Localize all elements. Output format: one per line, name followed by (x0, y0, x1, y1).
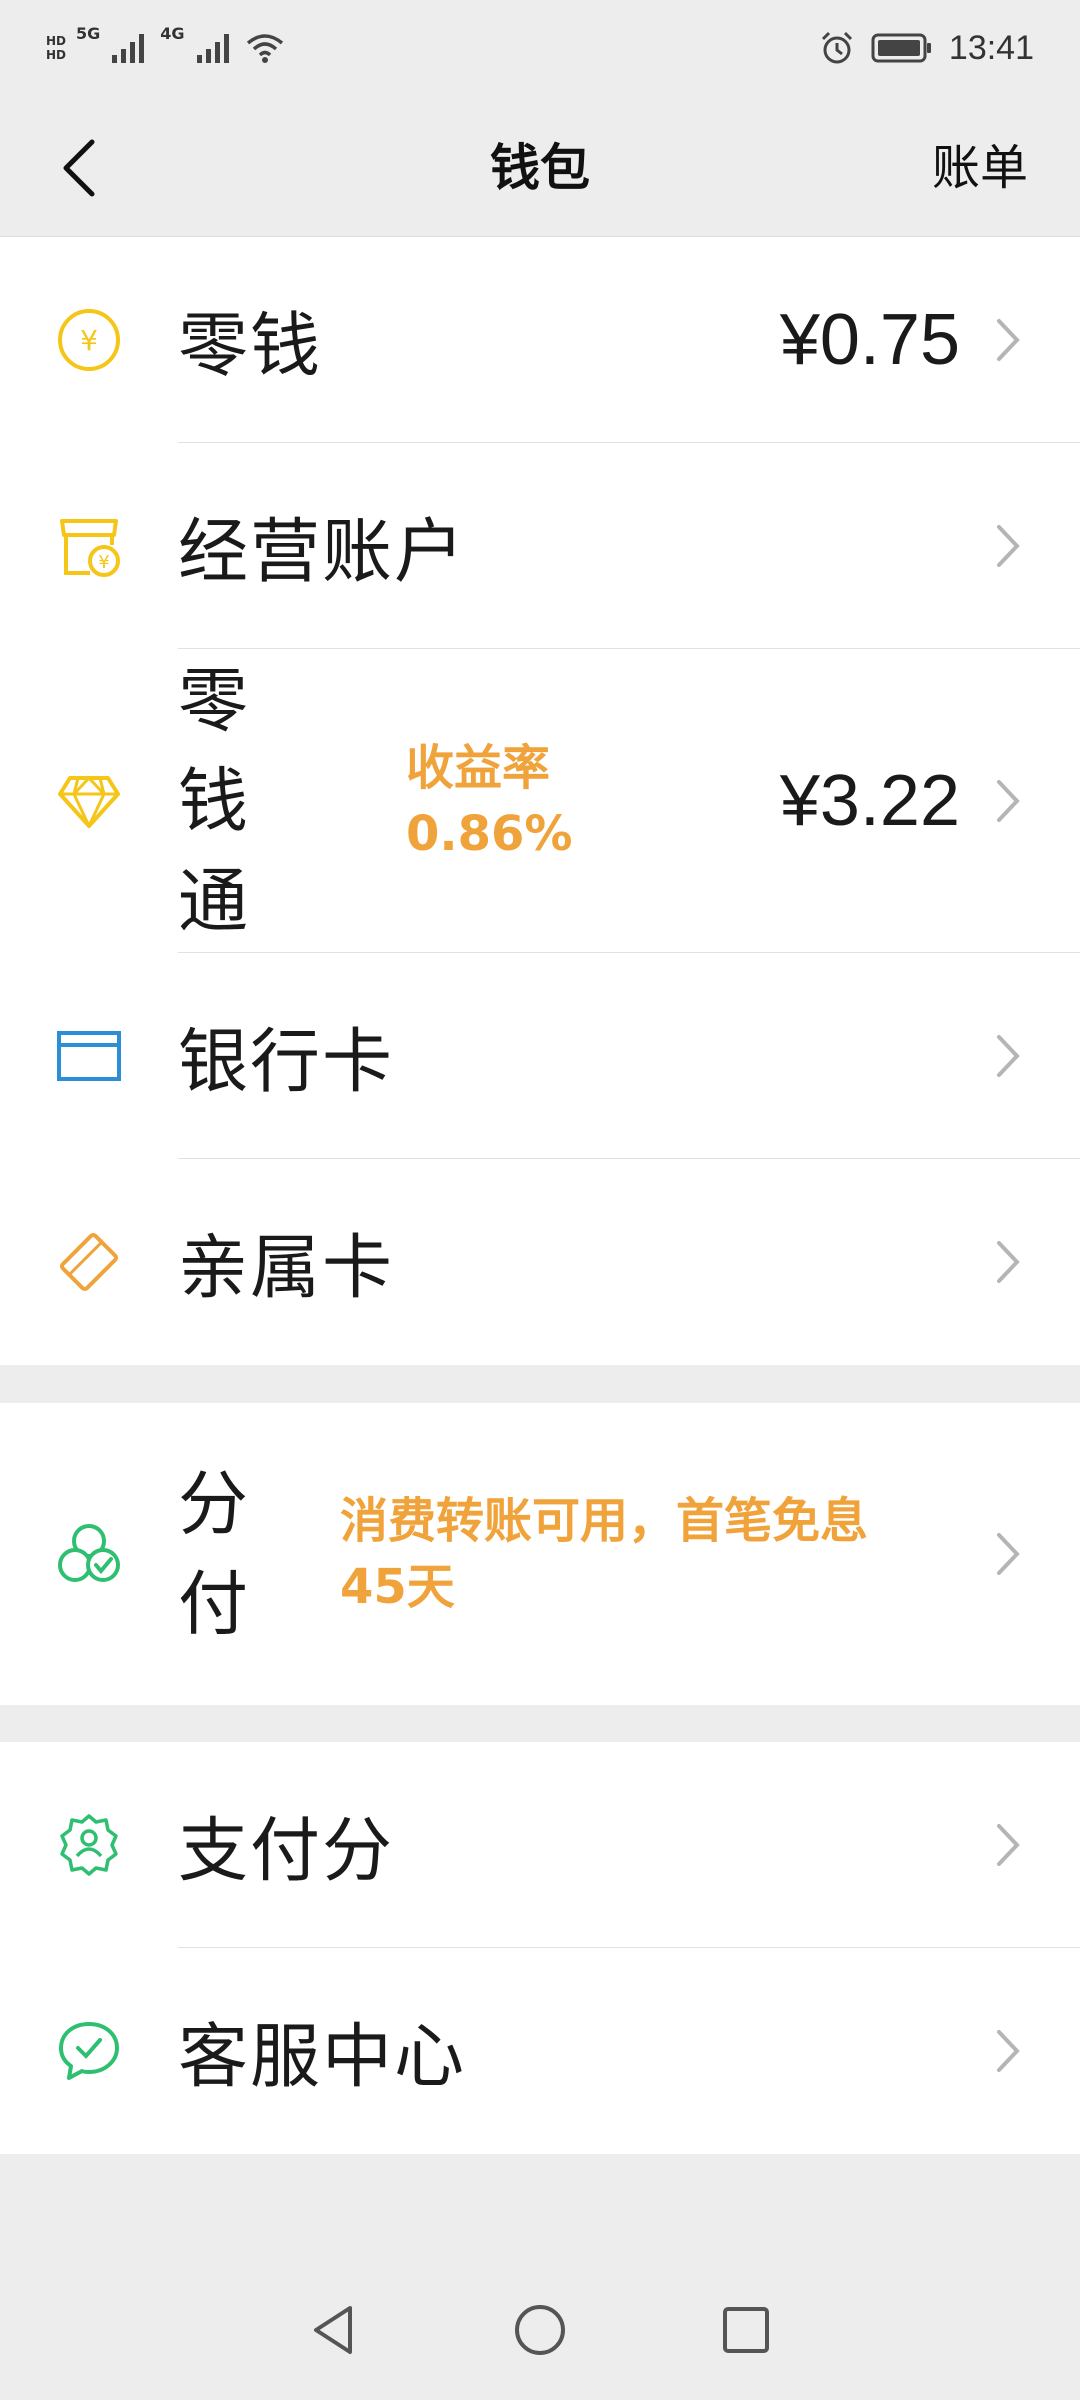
system-nav-bar (0, 2260, 1080, 2400)
chevron-right-icon (997, 1824, 1020, 1866)
item-label: 亲属卡 (178, 1226, 394, 1309)
svg-text:¥: ¥ (98, 552, 109, 573)
chevron-right-icon (997, 1241, 1020, 1283)
chevron-right-icon (997, 525, 1020, 567)
nav-home-icon[interactable] (512, 2302, 568, 2358)
yield-rate: 收益率 0.86% (406, 740, 573, 862)
item-label: 零钱通 (178, 660, 250, 942)
fenfu-promo: 消费转账可用，首笔免息 45天 (340, 1493, 869, 1615)
yuan-coin-icon: ¥ (56, 307, 122, 373)
list-item-pay-score[interactable]: 支付分 (0, 1742, 1080, 1948)
hd-indicator: HD HD (46, 34, 67, 62)
wifi-icon (246, 34, 283, 63)
wallet-group-main: ¥ 零钱 ¥0.75 ¥ 经营账户 零钱通 收益率 0.86% ¥3.22 银行… (0, 237, 1080, 1365)
status-time: 13:41 (948, 28, 1034, 67)
list-item-change[interactable]: ¥ 零钱 ¥0.75 (0, 237, 1080, 443)
nav-back-icon[interactable] (306, 2302, 362, 2358)
signal-icon (112, 34, 145, 63)
lingqiantong-balance: ¥3.22 (779, 761, 960, 841)
list-item-customer-service[interactable]: 客服中心 (0, 1948, 1080, 2154)
status-bar: HD HD 5G 4G 13:41 (0, 0, 1080, 100)
list-item-bank-card[interactable]: 银行卡 (0, 953, 1080, 1159)
network-5g-label: 5G (76, 24, 101, 43)
diamond-icon (56, 768, 122, 834)
store-yuan-icon: ¥ (56, 513, 122, 579)
battery-icon (871, 33, 931, 63)
list-item-lingqiantong[interactable]: 零钱通 收益率 0.86% ¥3.22 (0, 649, 1080, 953)
item-label: 银行卡 (178, 1020, 394, 1103)
network-4g-label: 4G (160, 24, 185, 43)
change-balance: ¥0.75 (779, 300, 960, 380)
item-label: 零钱 (178, 304, 322, 387)
chevron-right-icon (997, 1035, 1020, 1077)
family-card-icon (56, 1229, 122, 1295)
service-chat-icon (56, 2018, 122, 2084)
item-label: 经营账户 (178, 510, 466, 593)
chevron-right-icon (997, 2030, 1020, 2072)
item-label: 客服中心 (178, 2015, 466, 2098)
nav-recents-icon[interactable] (718, 2302, 774, 2358)
bank-card-icon (56, 1023, 122, 1089)
wallet-group-fenfu: 分付 消费转账可用，首笔免息 45天 (0, 1403, 1080, 1705)
svg-text:¥: ¥ (80, 324, 98, 357)
fenfu-circles-icon (56, 1521, 122, 1587)
signal-icon-2 (196, 34, 229, 63)
list-item-family-card[interactable]: 亲属卡 (0, 1159, 1080, 1365)
chevron-right-icon (997, 319, 1020, 361)
header: 钱包 账单 (0, 100, 1080, 237)
item-label: 分付 (178, 1463, 250, 1645)
item-label: 支付分 (178, 1809, 394, 1892)
bill-button[interactable]: 账单 (932, 100, 1028, 236)
alarm-icon (821, 31, 852, 64)
credit-badge-icon (56, 1812, 122, 1878)
wallet-group-services: 支付分 客服中心 (0, 1742, 1080, 2154)
list-item-fenfu[interactable]: 分付 消费转账可用，首笔免息 45天 (0, 1403, 1080, 1705)
page-title: 钱包 (490, 139, 590, 197)
chevron-right-icon (997, 1533, 1020, 1575)
chevron-right-icon (997, 780, 1020, 822)
list-item-business-account[interactable]: ¥ 经营账户 (0, 443, 1080, 649)
